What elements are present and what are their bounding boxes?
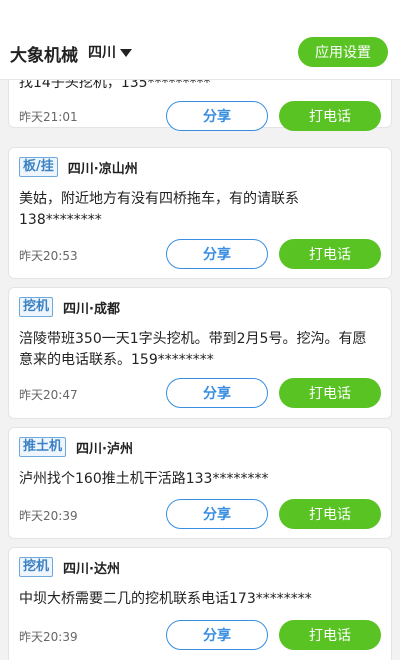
post-header: 挖机 四川·成都 [19,297,120,317]
app-root: 找14子头挖机，135********* 昨天21:01 分享 打电话 板/挂 … [0,0,400,660]
top-header: 大象机械 四川 应用设置 [0,0,400,80]
call-button[interactable]: 打电话 [279,101,381,131]
post-card[interactable]: 挖机 四川·达州 中坝大桥需要二几的挖机联系电话173******** 昨天20… [8,547,392,660]
post-time: 昨天20:47 [19,388,78,402]
post-card[interactable]: 板/挂 四川·凉山州 美姑，附近地方有没有四桥拖车，有的请联系138******… [8,147,392,279]
post-card[interactable]: 挖机 四川·成都 涪陵带班350一天1字头挖机。带到2月5号。挖沟。有愿意来的电… [8,287,392,419]
category-tag: 板/挂 [19,157,58,177]
region-label: 四川 [88,45,116,61]
category-tag: 挖机 [19,557,54,577]
caret-down-icon [120,48,132,57]
post-feed[interactable]: 找14子头挖机，135********* 昨天21:01 分享 打电话 板/挂 … [0,0,400,660]
post-text: 美姑，附近地方有没有四桥拖车，有的请联系138******** [19,191,299,228]
app-title: 大象机械 [10,46,78,66]
post-location: 四川·成都 [63,301,120,317]
post-time: 昨天20:39 [19,509,78,523]
call-button[interactable]: 打电话 [279,620,381,650]
post-time: 昨天20:39 [19,630,78,644]
share-button[interactable]: 分享 [166,378,268,408]
post-header: 板/挂 四川·凉山州 [19,157,138,177]
post-text: 中坝大桥需要二几的挖机联系电话173******** [19,591,312,607]
post-location: 四川·凉山州 [67,161,138,177]
call-button[interactable]: 打电话 [279,499,381,529]
post-text: 涪陵带班350一天1字头挖机。带到2月5号。挖沟。有愿意来的电话联系。159**… [19,331,367,368]
post-time: 昨天20:53 [19,249,78,263]
post-header: 推土机 四川·泸州 [19,437,133,457]
call-button[interactable]: 打电话 [279,378,381,408]
share-button[interactable]: 分享 [166,620,268,650]
category-tag: 推土机 [19,437,67,457]
post-text: 泸州找个160推土机干活路133******** [19,471,269,487]
post-time: 昨天21:01 [19,110,78,124]
post-location: 四川·达州 [63,561,120,577]
call-button[interactable]: 打电话 [279,239,381,269]
region-dropdown[interactable]: 四川 [88,42,132,62]
post-location: 四川·泸州 [76,441,133,457]
settings-button[interactable]: 应用设置 [298,37,388,67]
share-button[interactable]: 分享 [166,499,268,529]
share-button[interactable]: 分享 [166,239,268,269]
category-tag: 挖机 [19,297,54,317]
post-header: 挖机 四川·达州 [19,557,120,577]
post-card[interactable]: 推土机 四川·泸州 泸州找个160推土机干活路133******** 昨天20:… [8,427,392,539]
share-button[interactable]: 分享 [166,101,268,131]
